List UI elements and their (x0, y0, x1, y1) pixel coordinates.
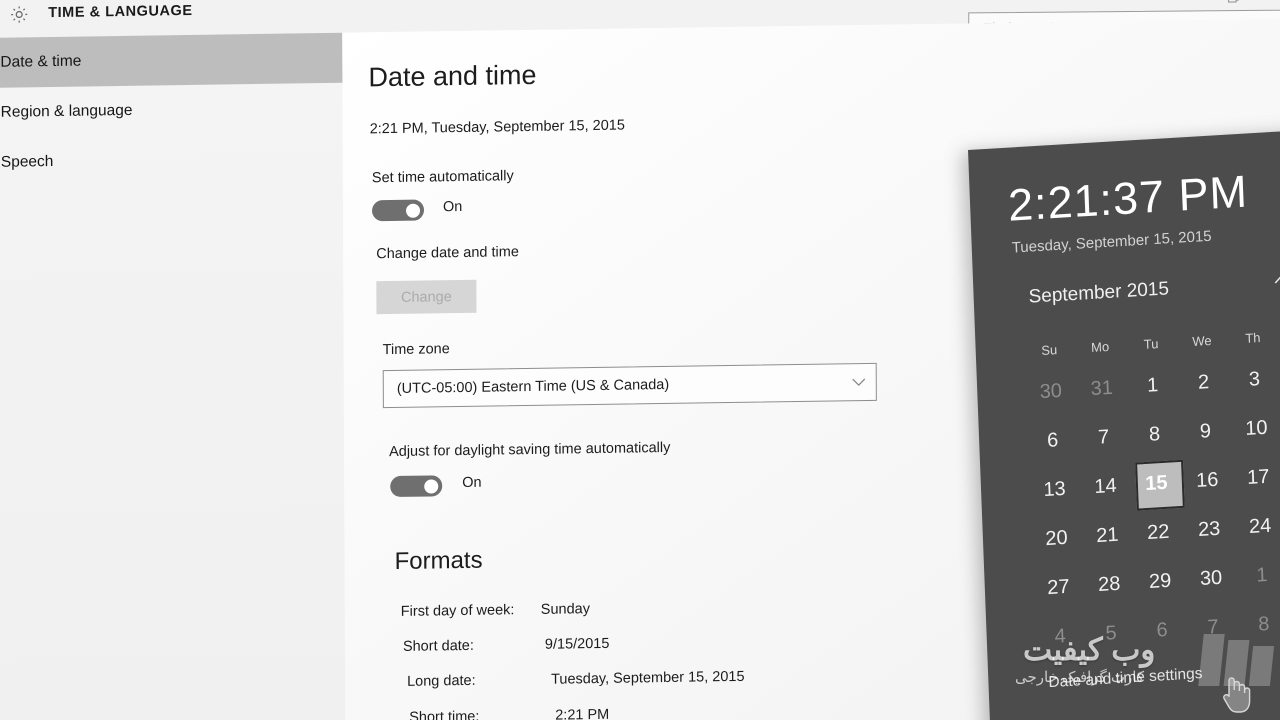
sidebar-item-label: Date & time (0, 52, 82, 71)
calendar-day[interactable]: 30 (1024, 366, 1077, 418)
calendar-day[interactable]: 1 (1126, 360, 1179, 412)
calendar-day[interactable]: 6 (1136, 605, 1189, 657)
calendar-day[interactable]: 9 (1179, 406, 1232, 458)
calendar-month-label: September 2015 (1028, 278, 1170, 308)
gear-icon (8, 3, 30, 25)
set-time-automatically-state: On (442, 198, 463, 216)
daylight-saving-toggle[interactable] (390, 475, 443, 498)
change-button[interactable]: Change (376, 279, 477, 315)
calendar-day[interactable]: 17 (1232, 452, 1280, 504)
set-time-automatically-label: Set time automatically (371, 168, 514, 187)
calendar-day[interactable]: 22 (1132, 507, 1185, 559)
calendar-day[interactable]: 24 (1234, 501, 1280, 553)
format-key: Short date: (402, 637, 474, 655)
sidebar-item-label: Speech (0, 153, 54, 171)
format-key: Short time: (409, 708, 480, 720)
format-value: Sunday (540, 601, 590, 618)
set-time-automatically-toggle[interactable] (371, 199, 425, 222)
format-value: Tuesday, September 15, 2015 (551, 668, 745, 688)
calendar-day[interactable]: 21 (1081, 510, 1134, 562)
date-and-time-settings-link[interactable]: Date and time settings (1048, 665, 1203, 692)
calendar-day[interactable]: 3 (1228, 354, 1280, 406)
calendar-day[interactable]: 2 (1177, 357, 1230, 409)
calendar-day[interactable]: 5 (1085, 608, 1138, 660)
calendar-day-today[interactable]: 15 (1130, 458, 1185, 511)
calendar-day[interactable]: 13 (1028, 464, 1081, 516)
close-icon[interactable] (1270, 0, 1280, 10)
calendar-day[interactable]: 16 (1181, 455, 1234, 507)
format-key: First day of week: (400, 602, 515, 620)
calendar-day[interactable]: 27 (1032, 562, 1085, 614)
calendar-day-label: 15 (1144, 471, 1168, 496)
sidebar: Date & time Region & language Speech (0, 32, 346, 720)
sidebar-item-label: Region & language (0, 101, 133, 121)
clock-date: Tuesday, September 15, 2015 (1011, 227, 1212, 257)
day-header: Su (1040, 341, 1058, 358)
daylight-saving-label: Adjust for daylight saving time automati… (389, 439, 671, 461)
day-header: Mo (1090, 338, 1110, 355)
toggle-knob (424, 478, 439, 494)
calendar-day[interactable]: 31 (1075, 363, 1128, 415)
calendar-day[interactable]: 7 (1187, 602, 1240, 654)
format-value: 9/15/2015 (544, 635, 610, 653)
current-datetime-text: 2:21 PM, Tuesday, September 15, 2015 (369, 117, 625, 138)
format-value: 2:21 PM (555, 706, 610, 720)
calendar-day[interactable]: 8 (1237, 599, 1280, 651)
calendar-day[interactable]: 7 (1077, 412, 1130, 464)
toggle-knob (405, 203, 421, 218)
formats-heading: Formats (394, 546, 483, 576)
calendar-day[interactable]: 8 (1128, 409, 1181, 461)
calendar-grid: Su Mo Tu We Th Fr Sa 30 31 1 2 3 4 5 6 7… (1023, 312, 1280, 663)
clock-time: 2:21:37 PM (1007, 165, 1249, 231)
calendar-day[interactable]: 28 (1083, 559, 1136, 611)
page-title-header: TIME & LANGUAGE (48, 2, 193, 22)
chevron-up-icon[interactable] (1273, 271, 1280, 290)
day-header: Th (1244, 329, 1261, 346)
time-zone-select[interactable]: (UTC-05:00) Eastern Time (US & Canada) (382, 362, 877, 409)
sidebar-item-date-time[interactable]: Date & time (0, 32, 343, 89)
day-header: We (1192, 332, 1212, 349)
calendar-day[interactable]: 23 (1183, 504, 1236, 556)
calendar-day[interactable]: 20 (1030, 513, 1083, 565)
daylight-saving-state: On (462, 474, 482, 491)
clock-calendar-flyout: 2:21:37 PM Tuesday, September 15, 2015 S… (968, 126, 1280, 720)
calendar-day[interactable]: 29 (1134, 556, 1187, 608)
time-zone-value: (UTC-05:00) Eastern Time (US & Canada) (396, 376, 670, 397)
sidebar-item-region-language[interactable]: Region & language (0, 83, 343, 138)
time-zone-label: Time zone (382, 341, 450, 359)
page-title: Date and time (368, 59, 537, 93)
change-button-label: Change (400, 288, 452, 306)
chevron-down-icon (842, 377, 876, 388)
calendar-day[interactable]: 14 (1079, 461, 1132, 513)
format-key: Long date: (407, 672, 476, 690)
calendar-day[interactable]: 1 (1236, 550, 1280, 602)
screen: TIME & LANGUAGE Date (0, 0, 1280, 720)
calendar-day[interactable]: 30 (1185, 553, 1238, 605)
calendar-day[interactable]: 10 (1230, 403, 1280, 455)
calendar-day[interactable]: 4 (1034, 611, 1087, 663)
sidebar-item-speech[interactable]: Speech (0, 133, 343, 188)
day-header: Tu (1143, 335, 1159, 352)
calendar-day[interactable]: 6 (1026, 415, 1079, 467)
change-date-and-time-label: Change date and time (376, 244, 519, 263)
